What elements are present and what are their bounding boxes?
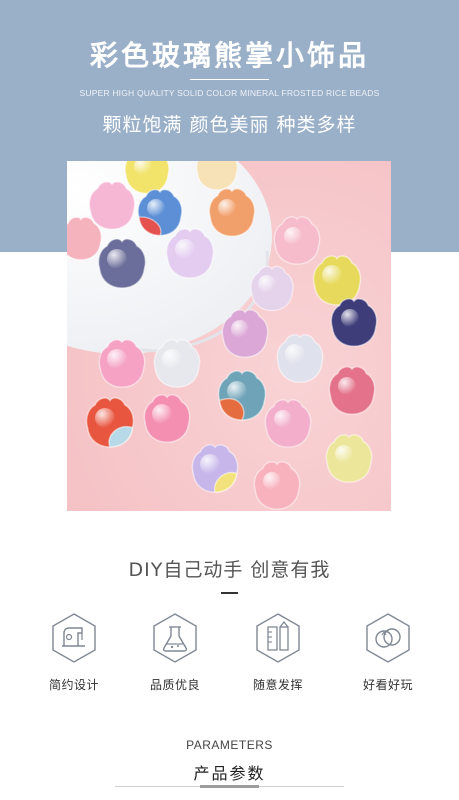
feature-simple-design: 简约设计: [33, 613, 115, 693]
rings-icon: [366, 613, 410, 663]
feature-label: 好看好玩: [362, 678, 413, 692]
page-title: 彩色玻璃熊掌小饰品: [89, 39, 369, 72]
feature-free-creation: 随意发挥: [237, 613, 319, 693]
flask-icon: [153, 613, 197, 663]
title-divider: [190, 79, 269, 80]
feature-label: 品质优良: [149, 678, 200, 692]
diy-heading: DIY自己动手 创意有我: [128, 559, 331, 581]
diy-divider: [221, 592, 238, 594]
english-subtitle: SUPER HIGH QUALITY SOLID COLOR MINERAL F…: [79, 88, 380, 98]
sewing-machine-icon: [52, 613, 96, 663]
feature-fun: 好看好玩: [347, 613, 429, 693]
ruler-pencil-icon: [256, 613, 300, 663]
feature-label: 随意发挥: [252, 678, 303, 692]
parameters-heading-en: PARAMETERS: [186, 738, 273, 752]
product-photo: [67, 161, 391, 511]
feature-label: 简约设计: [48, 678, 99, 692]
feature-quality: 品质优良: [134, 613, 216, 693]
parameters-divider-accent: [200, 785, 259, 788]
parameters-heading-cn: 产品参数: [193, 764, 266, 783]
slogan: 颗粒饱满 颜色美丽 种类多样: [102, 114, 357, 136]
